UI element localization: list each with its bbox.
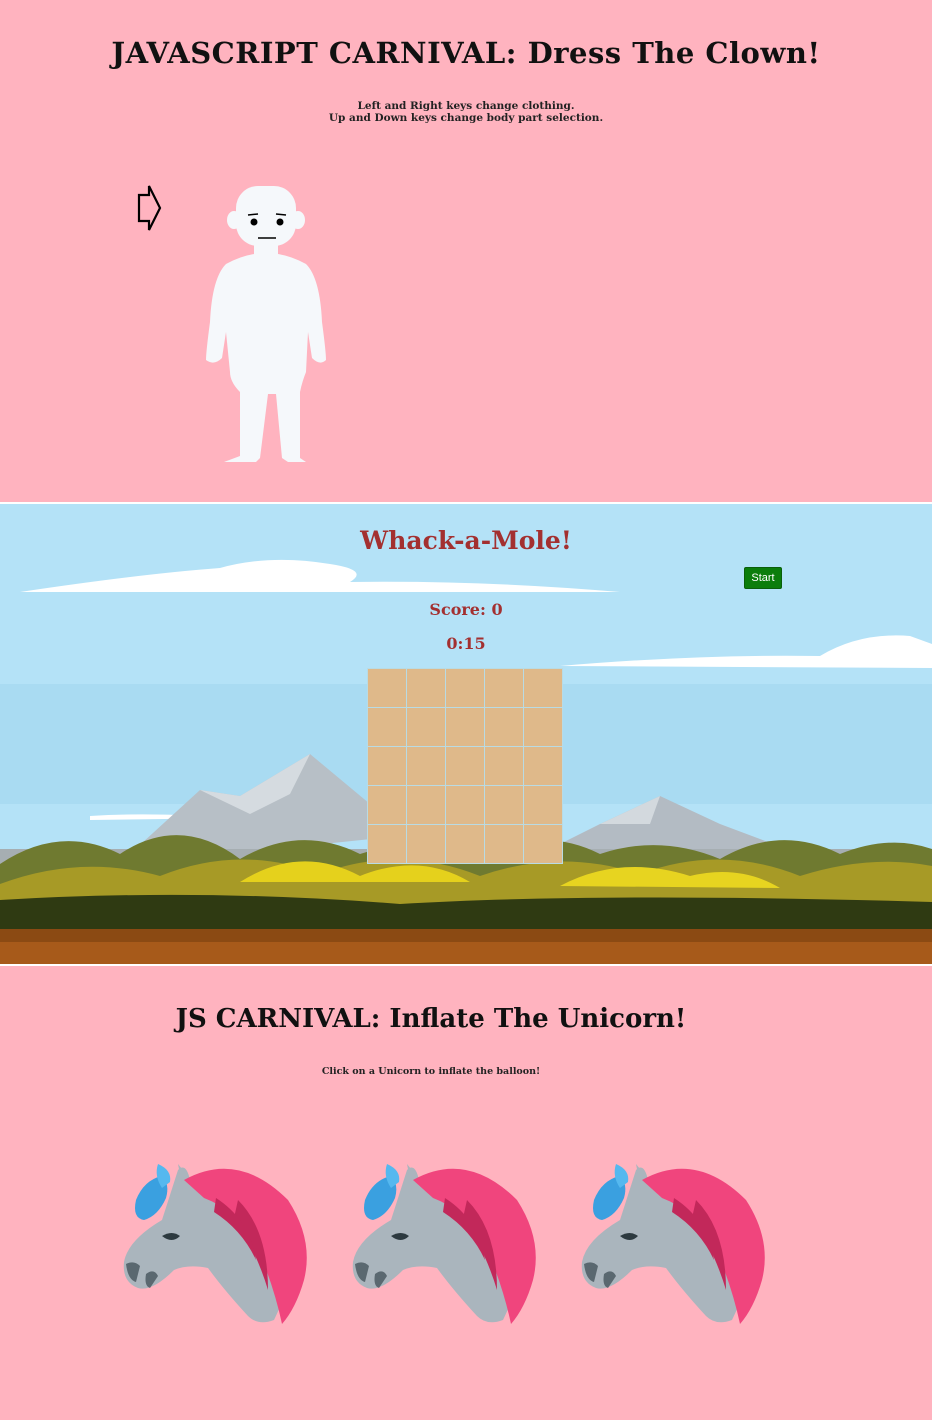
mole-hole[interactable] xyxy=(485,825,523,863)
mole-grid xyxy=(367,668,563,864)
mole-hole[interactable] xyxy=(485,747,523,785)
mole-hole[interactable] xyxy=(368,786,406,824)
clown-title: JAVASCRIPT CARNIVAL: Dress The Clown! xyxy=(111,36,821,70)
unicorn-title: JS CARNIVAL: Inflate The Unicorn! xyxy=(175,1004,687,1034)
unicorn-1[interactable] xyxy=(118,1140,314,1326)
dress-the-clown-section: JAVASCRIPT CARNIVAL: Dress The Clown! Le… xyxy=(0,0,932,502)
mole-hole[interactable] xyxy=(446,825,484,863)
unicorn-icon xyxy=(581,1164,765,1324)
mole-hole[interactable] xyxy=(368,825,406,863)
clown-body xyxy=(206,186,326,462)
mole-hole[interactable] xyxy=(485,669,523,707)
unicorn-icon xyxy=(123,1164,307,1324)
mole-hole[interactable] xyxy=(407,708,445,746)
unicorn-2[interactable] xyxy=(347,1140,543,1326)
mole-hole[interactable] xyxy=(446,669,484,707)
mole-hole[interactable] xyxy=(407,825,445,863)
unicorn-icon xyxy=(352,1164,536,1324)
mole-hole[interactable] xyxy=(407,669,445,707)
mole-hole[interactable] xyxy=(524,786,562,824)
mole-hole[interactable] xyxy=(407,747,445,785)
mole-hole[interactable] xyxy=(524,747,562,785)
score-display: Score: 0 xyxy=(429,600,503,619)
clown-instructions: Left and Right keys change clothing. Up … xyxy=(0,100,932,124)
whack-a-mole-section: Whack-a-Mole! Start Score: 0 0:15 xyxy=(0,504,932,964)
mole-hole[interactable] xyxy=(368,669,406,707)
unicorn-instructions: Click on a Unicorn to inflate the balloo… xyxy=(321,1066,541,1077)
mole-hole[interactable] xyxy=(485,786,523,824)
mole-hole[interactable] xyxy=(485,708,523,746)
mole-hole[interactable] xyxy=(524,825,562,863)
mole-hole[interactable] xyxy=(368,708,406,746)
start-button[interactable]: Start xyxy=(744,567,782,589)
mole-hole[interactable] xyxy=(524,708,562,746)
mole-hole[interactable] xyxy=(446,708,484,746)
mole-hole[interactable] xyxy=(446,747,484,785)
clown-instruction-line: Left and Right keys change clothing. xyxy=(357,100,575,112)
unicorn-3[interactable] xyxy=(576,1140,772,1326)
whack-a-mole-title: Whack-a-Mole! xyxy=(360,526,572,555)
inflate-the-unicorn-section: JS CARNIVAL: Inflate The Unicorn! Click … xyxy=(0,966,932,1420)
mole-hole[interactable] xyxy=(407,786,445,824)
clown-instruction-line: Up and Down keys change body part select… xyxy=(328,112,604,124)
timer-display: 0:15 xyxy=(446,634,486,653)
mole-hole[interactable] xyxy=(368,747,406,785)
mole-hole[interactable] xyxy=(524,669,562,707)
mole-hole[interactable] xyxy=(446,786,484,824)
selection-arrow-icon xyxy=(137,185,162,231)
